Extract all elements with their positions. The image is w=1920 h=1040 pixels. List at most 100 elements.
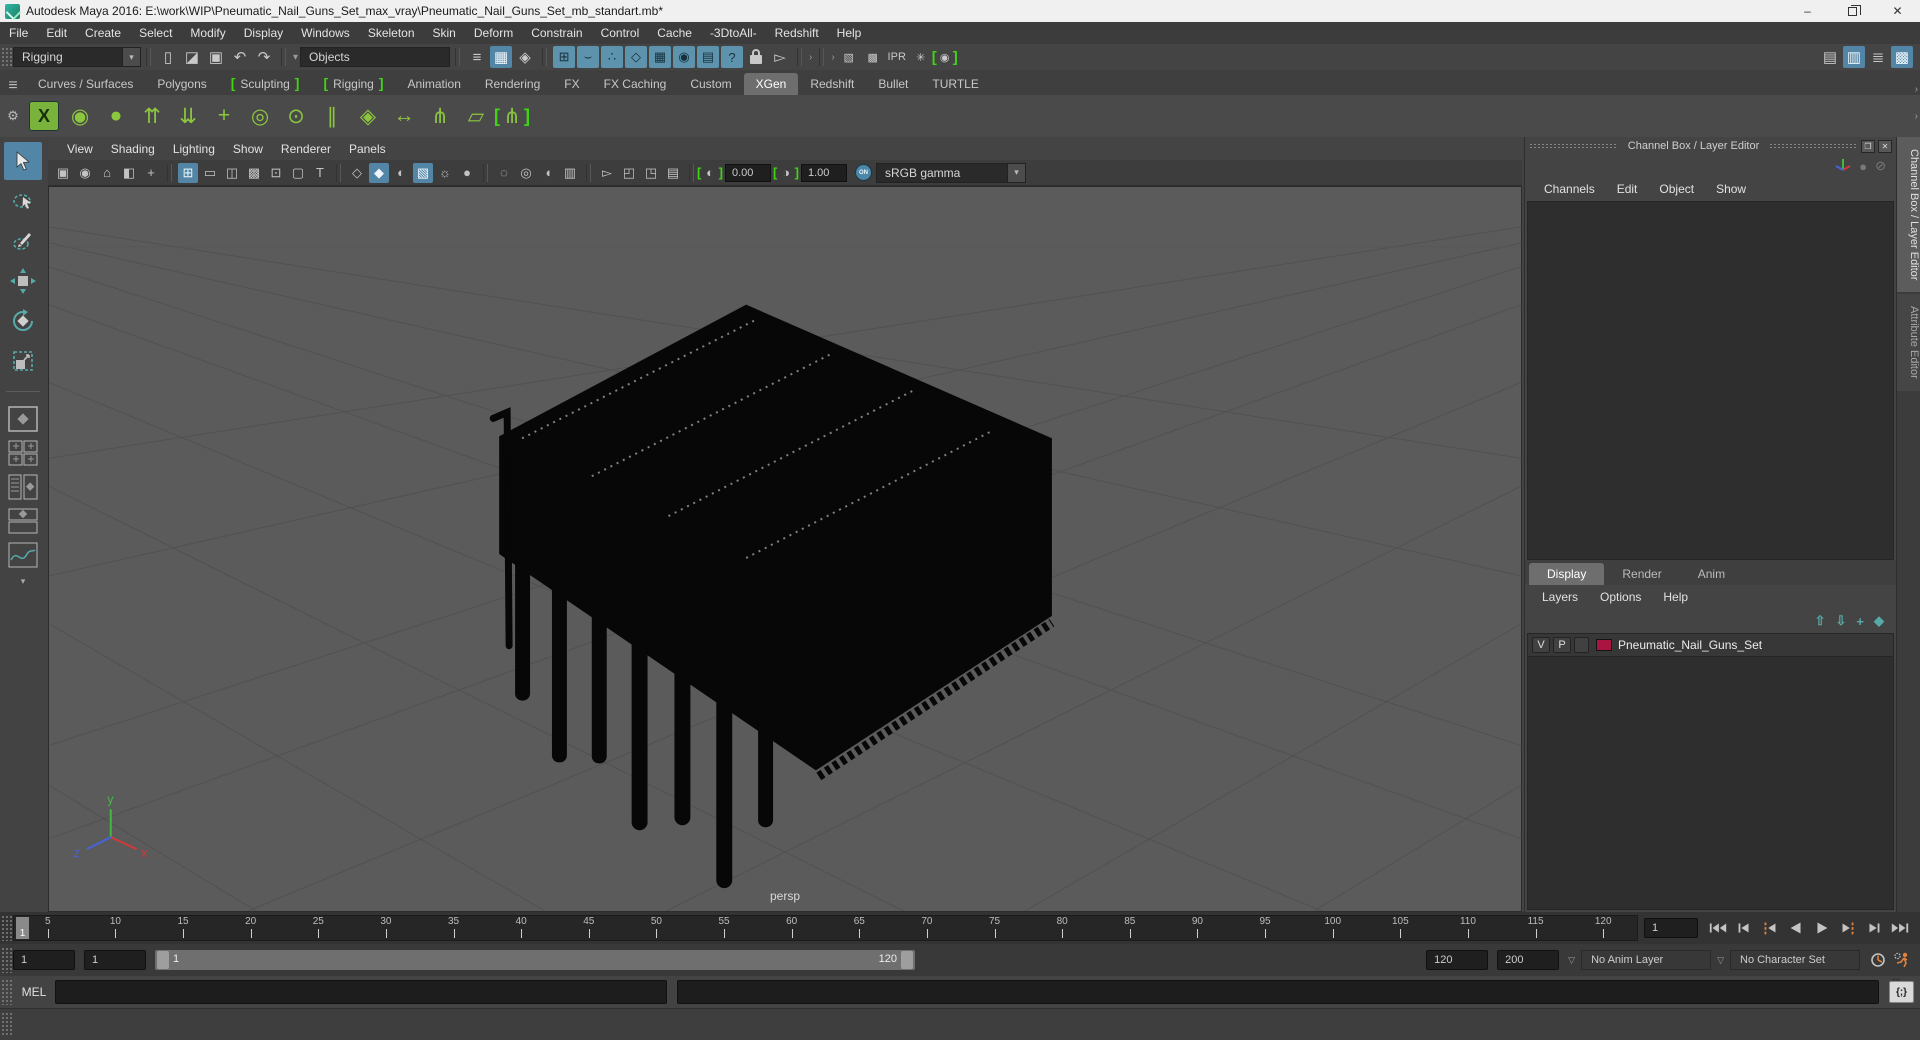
channel-box-menu-item[interactable]: Object bbox=[1648, 179, 1705, 199]
auto-keyframe-toggle-icon[interactable] bbox=[1866, 950, 1890, 970]
animation-end-field[interactable]: 200 bbox=[1497, 950, 1560, 970]
collapse-arrow-icon[interactable]: › bbox=[807, 52, 814, 63]
script-editor-button[interactable]: {;} bbox=[1889, 975, 1914, 1003]
shelf-tab[interactable]: FX Caching bbox=[592, 73, 679, 95]
select-tool[interactable] bbox=[4, 142, 42, 180]
render-current-frame-icon[interactable]: ▩ bbox=[862, 46, 884, 68]
xgen-description-icon[interactable]: ◉ bbox=[63, 99, 97, 133]
anim-layer-selector[interactable]: No Anim Layer bbox=[1581, 950, 1712, 970]
render-settings-icon[interactable]: ✳ bbox=[910, 46, 932, 68]
new-layer-from-selected-icon[interactable]: ◆ bbox=[1874, 613, 1884, 629]
lasso-tool[interactable] bbox=[4, 182, 42, 220]
tool-settings-icon[interactable]: ▥ bbox=[1843, 46, 1865, 68]
smooth-shade-icon[interactable]: ◆ bbox=[369, 162, 389, 183]
viewport-3d-view[interactable]: y x z persp bbox=[48, 186, 1522, 912]
pane-paste-icon[interactable]: ◳ bbox=[641, 163, 661, 183]
channel-box-menu-item[interactable]: Edit bbox=[1606, 179, 1649, 199]
snap-grid-icon[interactable]: ⊞ bbox=[553, 46, 576, 68]
chevron-down-icon[interactable]: ▽ bbox=[1568, 955, 1575, 966]
shelf-tab[interactable]: Bullet bbox=[866, 73, 920, 95]
close-panel-button[interactable]: ✕ bbox=[1878, 139, 1892, 153]
hierarchy-mode-icon[interactable]: ≡ bbox=[466, 46, 488, 68]
rotate-tool[interactable] bbox=[4, 302, 42, 340]
separator[interactable] bbox=[797, 48, 803, 66]
menu-item[interactable]: Help bbox=[828, 23, 871, 43]
close-button[interactable]: ✕ bbox=[1875, 0, 1920, 22]
step-forward-key-button[interactable] bbox=[1836, 918, 1860, 938]
wireframe-icon[interactable]: ◇ bbox=[347, 163, 367, 183]
shadows-icon[interactable]: ● bbox=[457, 163, 477, 183]
command-language-toggle[interactable]: MEL bbox=[13, 985, 55, 999]
xgen-guides-icon[interactable]: ∥ bbox=[315, 99, 349, 133]
scale-tool[interactable] bbox=[4, 342, 42, 380]
menu-item[interactable]: Windows bbox=[292, 23, 359, 43]
snap-view-plane-icon[interactable]: ▦ bbox=[649, 46, 672, 68]
paint-selection-tool[interactable] bbox=[4, 222, 42, 260]
panel-menu-item[interactable]: View bbox=[58, 139, 102, 159]
grip-handle[interactable] bbox=[1, 947, 12, 973]
shelf-tab[interactable]: Sculpting bbox=[219, 71, 312, 95]
menu-item[interactable]: File bbox=[0, 23, 37, 43]
shelf-tab[interactable]: Animation bbox=[396, 73, 473, 95]
xgen-width-icon[interactable]: ↔ bbox=[387, 99, 421, 133]
menu-item[interactable]: Select bbox=[130, 23, 181, 43]
menu-item[interactable]: Skin bbox=[424, 23, 465, 43]
object-mode-icon[interactable]: ▦ bbox=[490, 46, 513, 68]
shelf-tab[interactable]: FX bbox=[552, 73, 591, 95]
restore-button[interactable] bbox=[1830, 0, 1875, 22]
single-pane-layout-button[interactable] bbox=[6, 404, 40, 434]
menu-item[interactable]: Cache bbox=[648, 23, 701, 43]
new-empty-layer-icon[interactable]: + bbox=[1856, 614, 1864, 629]
lock-selection-icon[interactable] bbox=[745, 46, 767, 68]
backface-culling-icon[interactable]: ◖ bbox=[538, 163, 558, 183]
layer-editor-menu-item[interactable]: Help bbox=[1652, 587, 1699, 607]
safe-action-icon[interactable]: ▢ bbox=[288, 163, 308, 183]
ipr-render-icon[interactable]: IPR bbox=[886, 46, 908, 68]
highlight-selection-icon[interactable]: ▻ bbox=[597, 163, 617, 183]
sidebar-vertical-tab[interactable]: Attribute Editor bbox=[1897, 294, 1920, 392]
step-back-key-button[interactable] bbox=[1758, 918, 1782, 938]
timeline-ruler[interactable]: 1 5 10 15 20 25 30 35 40 45 50 55 60 65 70 75 80 85 90 95 1… bbox=[13, 915, 1638, 941]
textured-icon[interactable]: ▧ bbox=[413, 162, 433, 183]
drag-handle[interactable] bbox=[1529, 143, 1618, 149]
grip-handle[interactable] bbox=[1, 979, 12, 1005]
xgen-export-patches-icon[interactable]: ◈ bbox=[351, 99, 385, 133]
highlight-selection-mode-icon[interactable]: ▻ bbox=[769, 46, 791, 68]
safe-title-icon[interactable]: T bbox=[310, 163, 330, 183]
xgen-toggle-guide-icon[interactable]: ◎ bbox=[243, 99, 277, 133]
selection-mask-chevron-icon[interactable]: ▾ bbox=[291, 52, 300, 63]
float-panel-button[interactable]: ❐ bbox=[1861, 139, 1875, 153]
grip-handle[interactable] bbox=[1, 915, 12, 941]
timeline-playhead[interactable]: 1 bbox=[16, 917, 29, 939]
manipulator-icon[interactable] bbox=[1835, 157, 1851, 176]
channel-box-menu-item[interactable]: Show bbox=[1705, 179, 1757, 199]
menu-set-selector[interactable]: Rigging ▾ bbox=[13, 47, 141, 67]
grip-handle[interactable] bbox=[1, 47, 12, 67]
film-gate-icon[interactable]: ▭ bbox=[200, 163, 220, 183]
shelf-tab[interactable]: Curves / Surfaces bbox=[26, 73, 145, 95]
channel-box-menu-item[interactable]: Channels bbox=[1533, 179, 1606, 199]
xgen-place-guides-icon[interactable]: ⇊ bbox=[171, 99, 205, 133]
character-set-selector[interactable]: No Character Set bbox=[1730, 950, 1860, 970]
range-start-handle[interactable] bbox=[157, 951, 169, 969]
layer-editor-tab[interactable]: Render bbox=[1604, 563, 1679, 585]
shelf-tab[interactable]: Rigging bbox=[311, 71, 395, 95]
shelf-tab[interactable]: Custom bbox=[678, 73, 743, 95]
shelf-tab[interactable]: Rendering bbox=[473, 73, 552, 95]
field-chart-icon[interactable]: ⊡ bbox=[266, 163, 286, 183]
open-scene-icon[interactable]: ◪ bbox=[181, 46, 203, 68]
xgen-editor-icon[interactable]: X bbox=[29, 101, 59, 131]
pane-tearoff-icon[interactable]: ▤ bbox=[663, 163, 683, 183]
modeling-toolkit-icon[interactable]: ▤ bbox=[1819, 46, 1841, 68]
panel-menu-item[interactable]: Lighting bbox=[164, 139, 224, 159]
move-layer-up-icon[interactable]: ⇧ bbox=[1815, 613, 1826, 629]
redo-icon[interactable]: ↷ bbox=[253, 46, 275, 68]
drag-handle[interactable] bbox=[1769, 143, 1858, 149]
snap-projected-center-icon[interactable]: ◇ bbox=[625, 46, 648, 68]
persp-graph-layout-button[interactable] bbox=[6, 540, 40, 570]
shelf-tab[interactable]: TURTLE bbox=[920, 73, 990, 95]
menu-item[interactable]: Deform bbox=[465, 23, 522, 43]
render-view-icon[interactable]: ▧ bbox=[838, 46, 860, 68]
speed-slow-icon[interactable]: ● bbox=[1859, 159, 1867, 174]
menu-item[interactable]: Edit bbox=[37, 23, 76, 43]
